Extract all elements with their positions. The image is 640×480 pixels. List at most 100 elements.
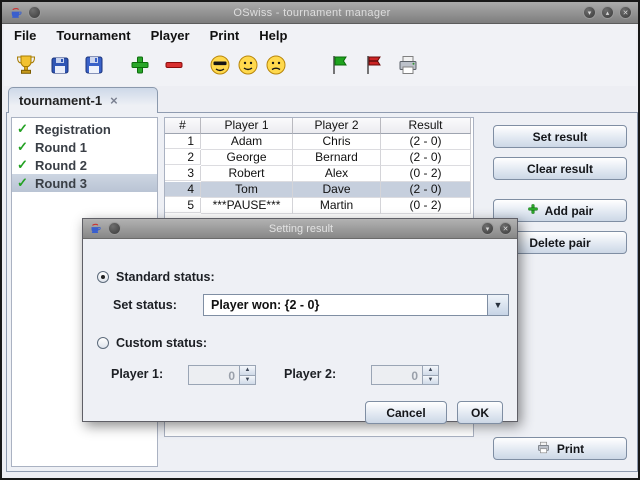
table-row[interactable]: 2 George Bernard (2 - 0) xyxy=(165,150,473,166)
java-cup-icon xyxy=(88,221,103,236)
table-row[interactable]: 1 Adam Chris (2 - 0) xyxy=(165,134,473,150)
check-icon: ✓ xyxy=(17,121,28,136)
player2-spinner[interactable]: 0 ▲ ▼ xyxy=(371,365,439,385)
sidebar-item-label: Registration xyxy=(35,121,111,137)
custom-status-radio[interactable] xyxy=(97,337,109,349)
sidebar-item-label: Round 1 xyxy=(35,139,87,155)
add-pair-label: Add pair xyxy=(544,203,594,218)
toolbar-red-flag-button[interactable] xyxy=(360,52,388,80)
red-flag-icon xyxy=(362,53,386,80)
player1-spin-buttons: ▲ ▼ xyxy=(239,366,255,384)
toolbar-trophy-button[interactable] xyxy=(12,52,40,80)
titlebar: OSwiss - tournament manager ▾ ▴ ✕ xyxy=(2,2,638,24)
close-icon: ✕ xyxy=(502,225,509,233)
dialog-minimize-button[interactable]: ▾ xyxy=(481,222,494,235)
status-combobox[interactable]: Player won: {2 - 0} ▼ xyxy=(203,294,509,316)
clear-result-label: Clear result xyxy=(526,161,594,176)
menu-file[interactable]: File xyxy=(14,28,36,43)
sidebar-item-registration[interactable]: ✓ Registration xyxy=(12,120,157,138)
combo-arrow-button[interactable]: ▼ xyxy=(487,295,508,315)
col-header-player1[interactable]: Player 1 xyxy=(201,118,293,134)
minus-icon xyxy=(162,53,186,80)
toolbar xyxy=(4,46,636,86)
cell-number: 4 xyxy=(165,182,201,197)
player1-spinner[interactable]: 0 ▲ ▼ xyxy=(188,365,256,385)
trophy-icon xyxy=(14,53,38,80)
spinner-down-icon[interactable]: ▼ xyxy=(423,375,438,384)
col-header-player2[interactable]: Player 2 xyxy=(293,118,381,134)
printer-icon xyxy=(396,53,420,80)
table-row[interactable]: 5 ***PAUSE*** Martin (0 - 2) xyxy=(165,198,473,214)
cancel-button[interactable]: Cancel xyxy=(365,401,447,424)
toolbar-green-flag-button[interactable] xyxy=(326,52,354,80)
sidebar-item-round-2[interactable]: ✓ Round 2 xyxy=(12,156,157,174)
print-button[interactable]: Print xyxy=(493,437,627,460)
spinner-up-icon[interactable]: ▲ xyxy=(423,366,438,376)
sidebar-item-round-3[interactable]: ✓ Round 3 xyxy=(12,174,157,192)
ok-label: OK xyxy=(471,405,489,420)
standard-status-label: Standard status: xyxy=(116,270,215,284)
smiley-sad-icon xyxy=(264,53,288,80)
tab-close-icon[interactable]: × xyxy=(110,93,118,108)
toolbar-print-button[interactable] xyxy=(394,52,422,80)
player2-value: 0 xyxy=(411,369,418,383)
col-header-number[interactable]: # xyxy=(165,118,201,134)
window-menu-button[interactable] xyxy=(28,6,41,19)
tab-tournament-1[interactable]: tournament-1 × xyxy=(8,87,158,113)
sidebar-item-label: Round 3 xyxy=(35,175,87,191)
custom-status-label: Custom status: xyxy=(116,336,207,350)
spinner-down-icon[interactable]: ▼ xyxy=(240,375,255,384)
toolbar-open-button[interactable] xyxy=(46,52,74,80)
print-label: Print xyxy=(556,441,585,456)
minimize-icon: ▾ xyxy=(485,225,490,233)
open-disk-icon xyxy=(48,53,72,80)
standard-status-radio[interactable] xyxy=(97,271,109,283)
dialog-title: Setting result xyxy=(268,222,334,235)
cell-number: 1 xyxy=(165,134,201,149)
cell-player1: Adam xyxy=(201,134,293,150)
table-row-selected[interactable]: 4 Tom Dave (2 - 0) xyxy=(165,182,473,198)
toolbar-add-button[interactable] xyxy=(126,52,154,80)
toolbar-smiley-happy-button[interactable] xyxy=(234,52,262,80)
menubar: File Tournament Player Print Help xyxy=(4,24,636,46)
menu-print[interactable]: Print xyxy=(210,28,240,43)
menu-help[interactable]: Help xyxy=(259,28,287,43)
minimize-icon: ▾ xyxy=(587,9,592,17)
maximize-button[interactable]: ▴ xyxy=(601,6,614,19)
toolbar-save-button[interactable] xyxy=(80,52,108,80)
spinner-up-icon[interactable]: ▲ xyxy=(240,366,255,376)
toolbar-smiley-sad-button[interactable] xyxy=(262,52,290,80)
menu-tournament[interactable]: Tournament xyxy=(56,28,130,43)
toolbar-smiley-cool-button[interactable] xyxy=(206,52,234,80)
ok-button[interactable]: OK xyxy=(457,401,503,424)
cell-player1: Robert xyxy=(201,166,293,182)
cell-result: (2 - 0) xyxy=(381,150,471,166)
close-button[interactable]: ✕ xyxy=(619,6,632,19)
set-result-button[interactable]: Set result xyxy=(493,125,627,148)
cell-player1: Tom xyxy=(201,182,293,198)
close-icon: ✕ xyxy=(622,9,629,17)
cell-result: (0 - 2) xyxy=(381,166,471,182)
smiley-sunglasses-icon xyxy=(208,53,232,80)
delete-pair-label: Delete pair xyxy=(529,235,591,250)
toolbar-remove-button[interactable] xyxy=(160,52,188,80)
table-row[interactable]: 3 Robert Alex (0 - 2) xyxy=(165,166,473,182)
minimize-button[interactable]: ▾ xyxy=(583,6,596,19)
menu-player[interactable]: Player xyxy=(151,28,190,43)
check-icon: ✓ xyxy=(17,175,28,190)
set-result-label: Set result xyxy=(532,129,588,144)
col-header-result[interactable]: Result xyxy=(381,118,471,134)
dialog-menu-button[interactable] xyxy=(108,222,121,235)
set-status-label: Set status: xyxy=(113,298,177,312)
cell-result: (0 - 2) xyxy=(381,198,471,214)
player2-label: Player 2: xyxy=(284,367,337,381)
player1-value: 0 xyxy=(228,369,235,383)
clear-result-button[interactable]: Clear result xyxy=(493,157,627,180)
check-icon: ✓ xyxy=(17,157,28,172)
chevron-down-icon: ▼ xyxy=(493,300,503,310)
cell-player2: Martin xyxy=(293,198,381,214)
plus-icon xyxy=(527,203,539,218)
cancel-label: Cancel xyxy=(386,405,426,420)
dialog-close-button[interactable]: ✕ xyxy=(499,222,512,235)
sidebar-item-round-1[interactable]: ✓ Round 1 xyxy=(12,138,157,156)
